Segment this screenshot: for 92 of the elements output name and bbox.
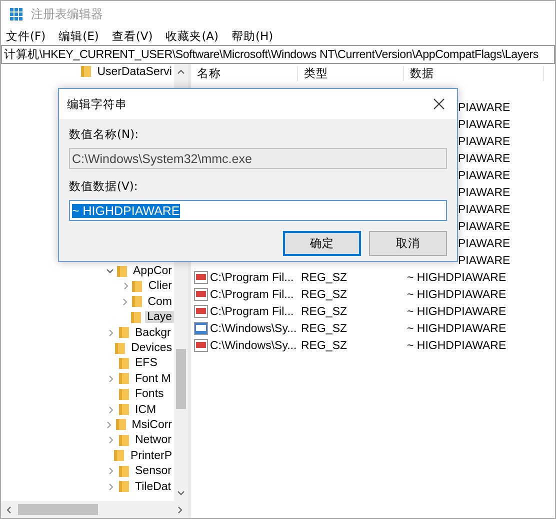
menu-item[interactable]: 查看(V): [112, 28, 153, 44]
scroll-right-icon[interactable]: [176, 506, 184, 514]
value-data: PIAWARE: [458, 152, 510, 164]
scroll-left-icon[interactable]: [5, 506, 13, 514]
tree-item[interactable]: Fonts: [133, 388, 166, 400]
window-title: 注册表编辑器: [31, 6, 103, 22]
value-name-field[interactable]: C:\Windows\System32\mmc.exe: [69, 148, 447, 169]
address-field[interactable]: 计算机\HKEY_CURRENT_USER\Software\Microsoft\Windows NT\CurrentVersion\AppCompatFlags\Layers: [1, 45, 555, 64]
menu-item[interactable]: 收藏夹(A): [166, 28, 219, 44]
tree-item[interactable]: MsiCorr: [130, 418, 174, 431]
field-label: 数值名称(N):: [69, 127, 138, 142]
column-header[interactable]: 类型: [298, 66, 404, 80]
string-value-icon: [194, 288, 208, 301]
value-data: PIAWARE: [458, 238, 510, 250]
dialog-button[interactable]: 确定: [283, 231, 361, 256]
string-value-icon: [194, 339, 208, 352]
value-data-field[interactable]: ~ HIGHDPIAWARE: [69, 200, 447, 221]
tree-item[interactable]: Clier: [146, 280, 174, 292]
field-label: 数值数据(V):: [69, 179, 138, 194]
tree-item[interactable]: PrinterP: [128, 450, 174, 462]
menu-item[interactable]: 文件(F): [6, 28, 46, 44]
folder-icon: [118, 388, 130, 401]
value-data: ~ HIGHDPIAWARE: [406, 340, 506, 352]
registry-app-icon: [9, 6, 25, 22]
value-name[interactable]: C:\Windows\Sy...: [210, 322, 297, 334]
folder-icon: [118, 464, 130, 478]
tree-item[interactable]: ICM: [133, 404, 158, 416]
value-data: ~ HIGHDPIAWARE: [406, 306, 506, 318]
tree-item[interactable]: TileDat: [133, 480, 173, 493]
tree-item[interactable]: Backgr: [133, 326, 173, 339]
value-name[interactable]: C:\Windows\Sy...: [210, 340, 297, 352]
folder-icon: [130, 310, 142, 324]
tree-item[interactable]: Sensor: [133, 465, 174, 478]
scrollbar-thumb[interactable]: [176, 349, 186, 409]
tree-item[interactable]: Networ: [133, 434, 174, 446]
value-type: REG_SZ: [300, 288, 348, 300]
folder-icon: [118, 480, 130, 494]
value-type: REG_SZ: [300, 340, 348, 352]
folder-icon: [113, 449, 126, 462]
value-data: PIAWARE: [458, 220, 510, 232]
folder-icon: [118, 372, 130, 386]
menu-item[interactable]: 帮助(H): [232, 28, 274, 44]
string-value-icon: [194, 322, 208, 335]
folder-icon: [116, 264, 128, 278]
dialog-button[interactable]: 取消: [369, 231, 447, 256]
column-header[interactable]: 数据: [404, 66, 544, 80]
value-data: ~ HIGHDPIAWARE: [406, 272, 506, 284]
value-data: PIAWARE: [458, 118, 510, 130]
tree-item[interactable]: Com: [146, 296, 174, 308]
tree-item[interactable]: Devices: [129, 342, 174, 354]
folder-icon: [114, 342, 126, 355]
value-type: REG_SZ: [300, 322, 348, 334]
folder-icon: [130, 295, 143, 308]
value-data: ~ HIGHDPIAWARE: [406, 322, 506, 334]
folder-icon: [114, 418, 127, 432]
chevron-right-icon[interactable]: [107, 374, 115, 383]
folder-icon: [118, 434, 130, 447]
string-value-icon: [194, 305, 208, 318]
chevron-right-icon[interactable]: [107, 328, 115, 337]
close-button[interactable]: [431, 96, 447, 112]
dialog-title: 编辑字符串: [67, 96, 127, 112]
value-type: REG_SZ: [300, 272, 348, 284]
folder-icon: [118, 356, 130, 370]
scrollbar-thumb[interactable]: [18, 504, 98, 515]
chevron-down-icon[interactable]: [106, 267, 114, 276]
folder-icon: [80, 65, 92, 78]
value-data: PIAWARE: [458, 254, 510, 266]
value-name[interactable]: C:\Program Fil...: [210, 272, 294, 284]
tree-item[interactable]: AppCor: [131, 265, 174, 278]
scroll-up-icon[interactable]: [177, 68, 185, 76]
folder-icon: [131, 280, 144, 293]
close-icon: [433, 98, 445, 110]
column-header[interactable]: 名称: [191, 66, 298, 80]
tree-item[interactable]: Font M: [133, 372, 173, 385]
tree-item[interactable]: EFS: [133, 357, 160, 370]
scroll-down-icon[interactable]: [177, 489, 185, 497]
value-name[interactable]: C:\Program Fil...: [210, 306, 294, 318]
tree-item[interactable]: UserDataServi: [95, 66, 174, 78]
value-name[interactable]: C:\Program Fil...: [210, 288, 294, 300]
horizontal-scrollbar[interactable]: [1, 501, 188, 518]
menu-item[interactable]: 编辑(E): [58, 28, 99, 44]
folder-icon: [118, 403, 130, 416]
tree-item[interactable]: Laye: [145, 311, 174, 324]
value-data: ~ HIGHDPIAWARE: [406, 288, 506, 300]
value-data: PIAWARE: [458, 204, 510, 216]
value-data: PIAWARE: [458, 170, 510, 182]
value-data: PIAWARE: [458, 102, 510, 114]
value-data: PIAWARE: [458, 136, 510, 148]
value-data: PIAWARE: [458, 186, 510, 198]
value-type: REG_SZ: [300, 306, 348, 318]
folder-icon: [118, 326, 130, 340]
string-value-icon: [194, 271, 208, 284]
